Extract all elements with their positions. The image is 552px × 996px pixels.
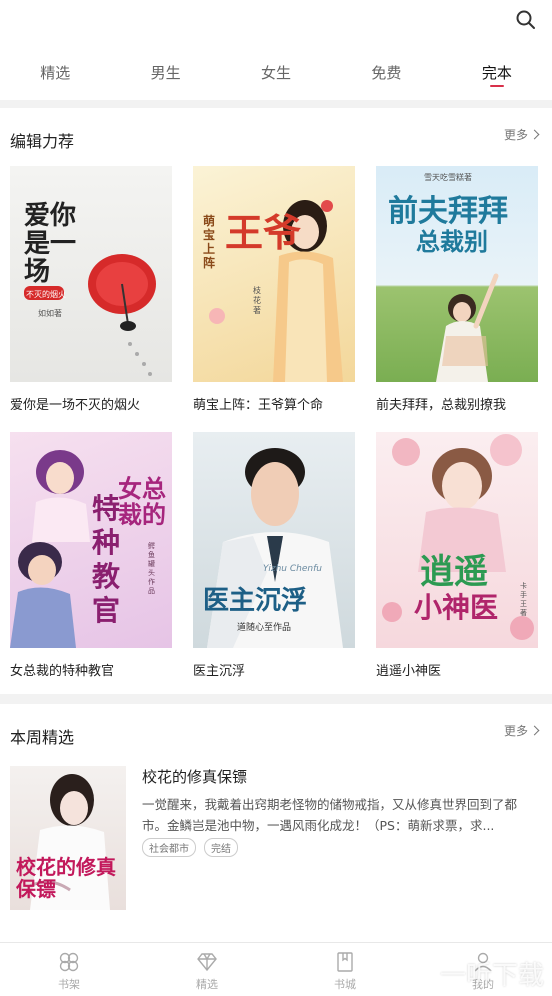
clover-icon [59,952,79,972]
cover-title: 王爷 [225,210,302,255]
cover-title: 爱你是一场 [24,201,77,287]
book-card[interactable]: 王爷 萌宝上阵 枝花著 萌宝上阵：王爷算个命 [193,166,355,413]
cover-author: 雪天吃雪糕著 [424,173,472,182]
book-title: 逍遥小神医 [376,664,442,679]
book-title[interactable]: 校花的修真保镖 [142,766,247,787]
nav-featured[interactable]: 精选 [138,943,276,996]
cover-subtitle: 小神医 [414,591,499,624]
book-title: 女总裁的特种教官 [10,664,115,679]
book-cover: 逍遥 小神医 卡手王著 [376,432,538,648]
cover-author: 卡手王著 [520,582,527,617]
cover-subtitle: 不灭的烟火 [26,290,66,299]
cover-author: Yizhu Chenfu [263,564,322,574]
tag-list: 社会都市 完结 [142,838,238,857]
nav-bookshelf[interactable]: 书架 [0,943,138,996]
category-tabs: 精选 男生 女生 免费 完本 [0,44,552,100]
book-title: 医主沉浮 [193,664,246,679]
cover-subtitle: 总裁别 [416,227,488,256]
genre-tag: 社会都市 [142,838,196,857]
editor-pick-section: 编辑力荐 更多 爱你是一场 不灭的烟火 如如著 爱你是一场不灭的烟火 王爷 萌宝… [0,108,552,694]
book-card[interactable]: 前夫拜拜 总裁别 雪天吃雪糕著 前夫拜拜，总裁别撩我 [376,166,538,413]
book-cover[interactable]: 校花的修真保镖 [10,766,126,910]
cover-title: 校花的修真保镖 [16,855,116,901]
top-bar [0,0,552,44]
diamond-icon [197,953,217,972]
book-title: 前夫拜拜，总裁别撩我 [376,398,507,413]
cover-title: 女总裁的 [118,474,166,529]
section-title: 编辑力荐 [10,132,75,151]
cover-author: 如如著 [38,309,62,318]
weekly-pick-section: 本周精选 更多 校花的修真保镖 校花的修真保镖 一觉醒来，我戴着出窍期老怪物的储… [0,704,552,942]
cover-subtitle: 萌宝上阵 [203,214,216,270]
cover-subtitle: 道随心至作品 [237,623,292,633]
book-title: 萌宝上阵：王爷算个命 [193,398,324,413]
nav-label: 书架 [58,978,80,991]
book-card[interactable]: 爱你是一场 不灭的烟火 如如著 爱你是一场不灭的烟火 [10,166,172,413]
tab-male[interactable]: 男生 [110,44,220,100]
book-cover: 医主沉浮 道随心至作品 Yizhu Chenfu [193,432,355,648]
cover-author: 枝花著 [253,286,261,315]
nav-bookstore[interactable]: 书城 [276,943,414,996]
status-tag: 完结 [204,838,238,857]
tab-free[interactable]: 免费 [331,44,441,100]
book-card[interactable]: 女总裁的 特种教官 鳄鱼罐头作品 女总裁的特种教官 [10,432,172,679]
cover-subtitle: 特种教官 [92,492,121,627]
book-card[interactable]: 医主沉浮 道随心至作品 Yizhu Chenfu 医主沉浮 [193,432,355,679]
nav-label: 精选 [196,978,218,991]
book-cover: 爱你是一场 不灭的烟火 如如著 [10,166,172,382]
book-cover: 王爷 萌宝上阵 枝花著 [193,166,355,382]
search-icon[interactable] [514,8,538,32]
bookmark-icon [337,952,353,972]
book-cover: 前夫拜拜 总裁别 雪天吃雪糕著 [376,166,538,382]
cover-author: 鳄鱼罐头作品 [148,542,155,595]
book-card[interactable]: 逍遥 小神医 卡手王著 逍遥小神医 [376,432,538,679]
cover-title: 医主沉浮 [203,586,308,616]
book-cover: 女总裁的 特种教官 鳄鱼罐头作品 [10,432,172,648]
book-description: 一觉醒来，我戴着出窍期老怪物的储物戒指，又从修真世界回到了都市。金鳞岂是池中物，… [142,797,518,833]
more-link[interactable]: 更多 [504,722,540,739]
chevron-right-icon [529,725,540,736]
book-title: 爱你是一场不灭的烟火 [10,398,141,413]
section-title: 本周精选 [10,728,75,747]
tab-completed[interactable]: 完本 [442,44,552,100]
watermark: 一听下载 [439,961,544,991]
tab-featured[interactable]: 精选 [0,44,110,100]
chevron-right-icon [529,129,540,140]
nav-label: 书城 [334,978,356,991]
more-link[interactable]: 更多 [504,126,540,143]
tab-female[interactable]: 女生 [221,44,331,100]
